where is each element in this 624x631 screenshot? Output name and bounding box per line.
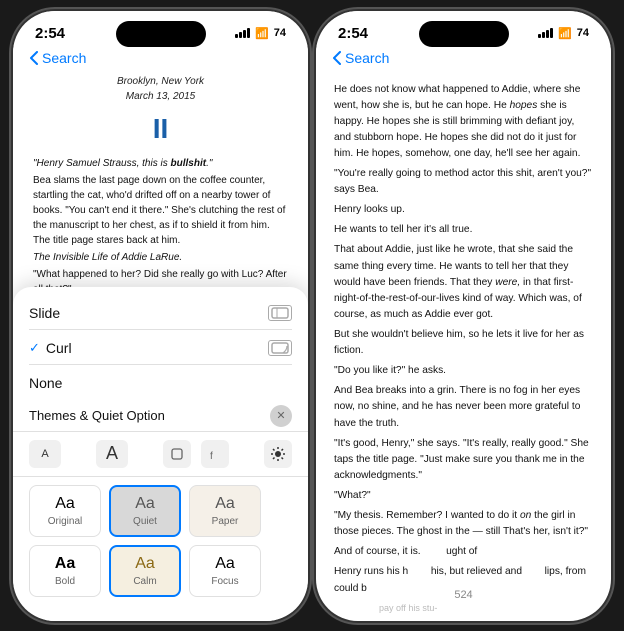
signal-icon bbox=[235, 28, 250, 38]
brightness-button[interactable] bbox=[264, 440, 292, 468]
left-time: 2:54 bbox=[35, 25, 65, 42]
theme-calm-aa: Aa bbox=[135, 555, 155, 573]
book-location: Brooklyn, New YorkMarch 13, 2015 bbox=[33, 74, 288, 105]
theme-cards: Aa Original Aa Quiet Aa Paper Aa Bold bbox=[13, 477, 308, 601]
slide-label: Slide bbox=[29, 305, 60, 321]
font-controls: A A f bbox=[13, 432, 308, 477]
right-nav: Search bbox=[316, 46, 611, 74]
wifi-icon: 📶 bbox=[255, 27, 269, 40]
right-time: 2:54 bbox=[338, 25, 368, 42]
scroll-option-none[interactable]: None bbox=[29, 367, 292, 399]
battery-icon: 74 bbox=[274, 27, 286, 39]
theme-focus[interactable]: Aa Focus bbox=[189, 545, 261, 597]
theme-bold-label: Bold bbox=[55, 576, 75, 587]
svg-text:f: f bbox=[210, 451, 213, 461]
font-decrease-button[interactable]: A bbox=[29, 440, 61, 468]
left-nav: Search bbox=[13, 46, 308, 74]
theme-paper[interactable]: Aa Paper bbox=[189, 485, 261, 537]
right-battery-icon: 74 bbox=[577, 27, 589, 39]
right-signal-icon bbox=[538, 28, 553, 38]
theme-bold[interactable]: Aa Bold bbox=[29, 545, 101, 597]
right-back-label: Search bbox=[345, 50, 389, 66]
right-book-text: He does not know what happened to Addie,… bbox=[316, 74, 611, 621]
theme-calm-label: Calm bbox=[133, 576, 156, 587]
none-label: None bbox=[29, 375, 62, 391]
font-serif-button[interactable]: f bbox=[201, 440, 229, 468]
curl-label: Curl bbox=[46, 340, 72, 356]
theme-focus-aa: Aa bbox=[215, 555, 235, 573]
theme-original-label: Original bbox=[48, 516, 82, 527]
app-container: 2:54 📶 74 S bbox=[0, 0, 624, 631]
close-button[interactable]: ✕ bbox=[270, 405, 292, 427]
left-back-label: Search bbox=[42, 50, 86, 66]
theme-focus-label: Focus bbox=[211, 576, 238, 587]
overlay-panel: Slide ✓ Curl bbox=[13, 287, 308, 621]
theme-quiet[interactable]: Aa Quiet bbox=[109, 485, 181, 537]
theme-quiet-label: Quiet bbox=[133, 516, 157, 527]
theme-original-aa: Aa bbox=[55, 495, 75, 513]
font-style-button[interactable] bbox=[163, 440, 191, 468]
chapter-number: II bbox=[33, 107, 288, 150]
font-icons: f bbox=[163, 440, 229, 468]
scroll-option-curl[interactable]: ✓ Curl bbox=[29, 332, 292, 365]
theme-calm[interactable]: Aa Calm bbox=[109, 545, 181, 597]
theme-quiet-aa: Aa bbox=[135, 495, 155, 513]
theme-bold-aa: Aa bbox=[55, 555, 75, 573]
right-wifi-icon: 📶 bbox=[558, 27, 572, 40]
theme-paper-aa: Aa bbox=[215, 495, 235, 513]
theme-original[interactable]: Aa Original bbox=[29, 485, 101, 537]
themes-header: Themes & Quiet Option ✕ bbox=[13, 399, 308, 432]
font-increase-button[interactable]: A bbox=[96, 440, 128, 468]
right-back-button[interactable]: Search bbox=[332, 50, 389, 66]
themes-title: Themes & Quiet Option bbox=[29, 408, 165, 423]
curl-icon bbox=[268, 340, 292, 356]
right-dynamic-island bbox=[419, 21, 509, 47]
right-phone: 2:54 📶 74 S bbox=[316, 11, 611, 621]
left-phone: 2:54 📶 74 S bbox=[13, 11, 308, 621]
theme-paper-label: Paper bbox=[212, 516, 239, 527]
left-back-button[interactable]: Search bbox=[29, 50, 86, 66]
dynamic-island bbox=[116, 21, 206, 47]
none-icon bbox=[268, 375, 292, 391]
scroll-options: Slide ✓ Curl bbox=[13, 297, 308, 399]
right-status-icons: 📶 74 bbox=[538, 27, 589, 40]
page-number: 524 bbox=[454, 589, 472, 601]
left-status-icons: 📶 74 bbox=[235, 27, 286, 40]
slide-icon bbox=[268, 305, 292, 321]
scroll-option-slide[interactable]: Slide bbox=[29, 297, 292, 330]
